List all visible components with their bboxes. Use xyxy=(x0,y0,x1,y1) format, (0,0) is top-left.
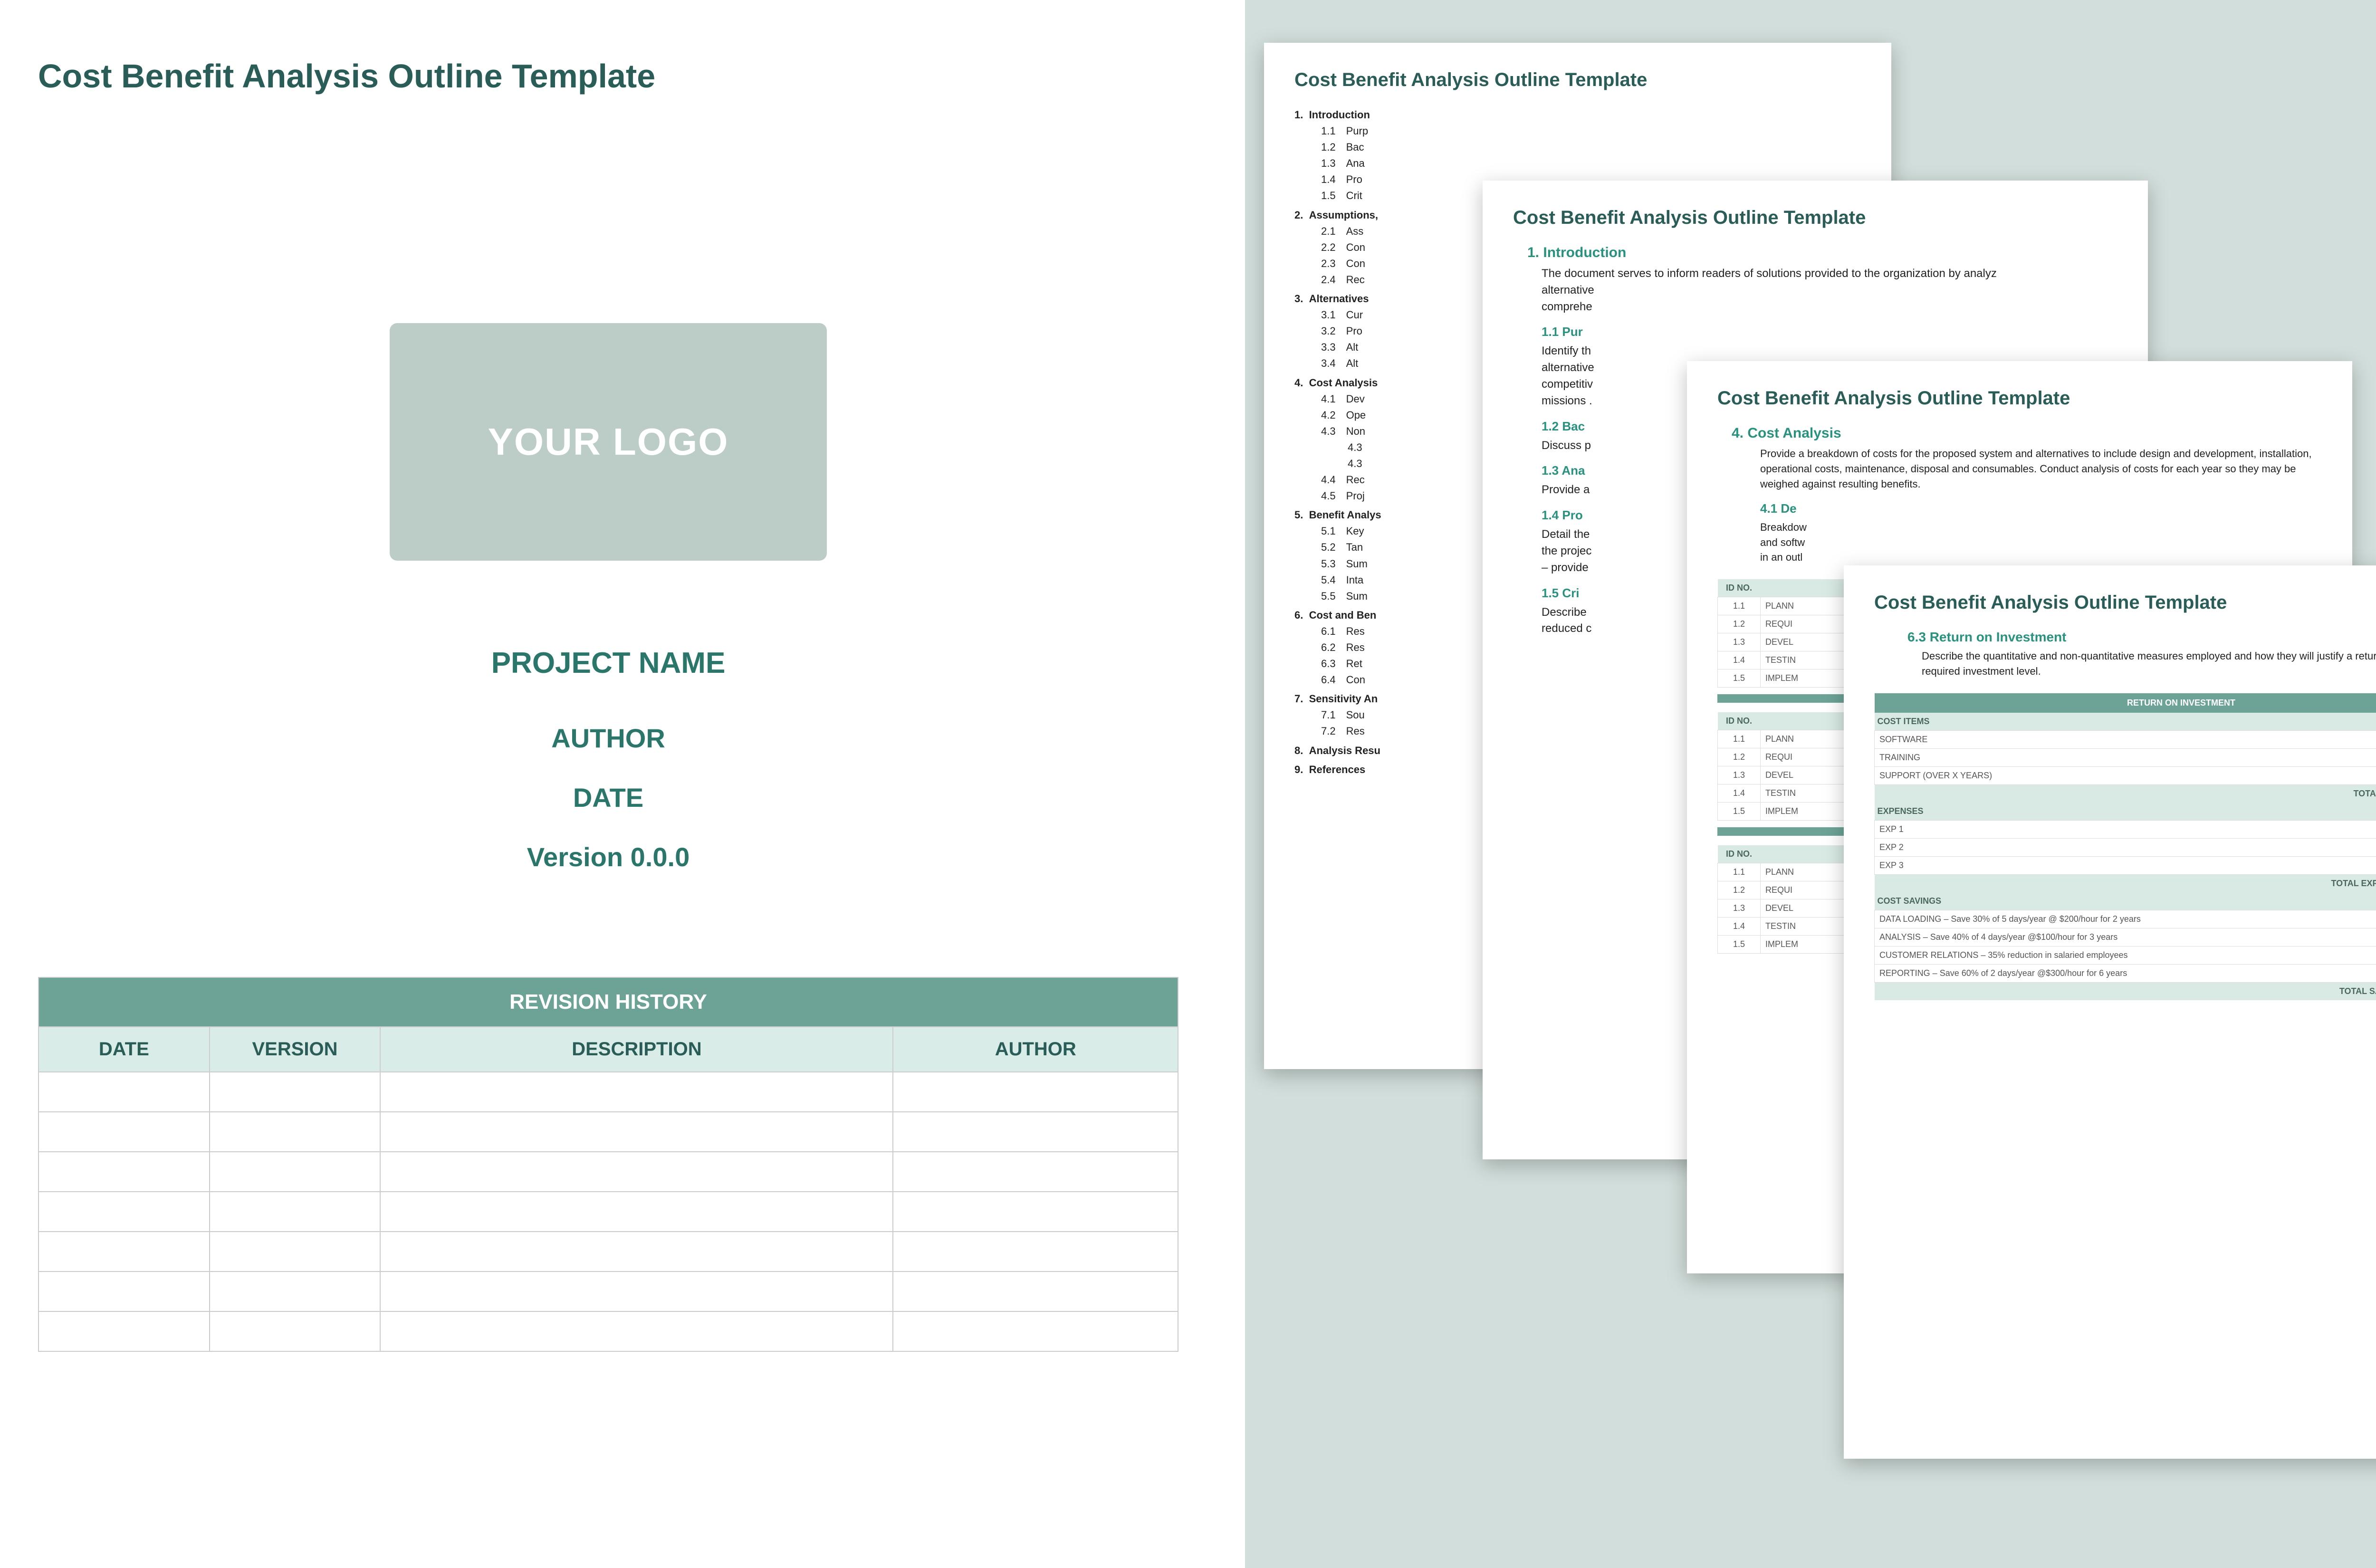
body-text: The document serves to inform readers of… xyxy=(1542,266,2117,282)
logo-text: YOUR LOGO xyxy=(488,420,729,464)
page-title: Cost Benefit Analysis Outline Template xyxy=(1513,207,2117,229)
date-field: DATE xyxy=(38,782,1178,813)
body-text: Breakdow and softw in an outl xyxy=(1760,520,2322,565)
page-title: Cost Benefit Analysis Outline Template xyxy=(1874,592,2376,613)
table-row xyxy=(38,1072,1178,1112)
table-row: SUPPORT (OVER X YEARS)$ xyxy=(1875,766,2376,784)
table-row: CUSTOMER RELATIONS – 35% reduction in sa… xyxy=(1875,946,2376,964)
table-row: EXP 2$ xyxy=(1875,838,2376,856)
version-field: Version 0.0.0 xyxy=(38,841,1178,872)
table-row: SOFTWARE$ xyxy=(1875,730,2376,748)
cost-items-col: COST ITEMS xyxy=(1875,713,2376,731)
table-row xyxy=(38,1112,1178,1152)
total-exp-label: TOTAL EXPENSES xyxy=(1875,874,2376,892)
sub-heading: 6.3 Return on Investment xyxy=(1907,630,2376,645)
body-text: Provide a breakdown of costs for the pro… xyxy=(1760,446,2322,492)
roi-header: RETURN ON INVESTMENT xyxy=(1875,693,2376,713)
sub-heading: 4.1 De xyxy=(1760,501,2322,516)
table-row xyxy=(38,1192,1178,1232)
expenses-col: EXPENSES xyxy=(1875,803,2376,821)
section-heading: 1. Introduction xyxy=(1527,245,2117,261)
body-text: comprehe xyxy=(1542,299,2117,316)
table-row xyxy=(38,1232,1178,1272)
table-row xyxy=(38,1272,1178,1311)
rev-col-version: VERSION xyxy=(210,1027,381,1072)
page-title: Cost Benefit Analysis Outline Template xyxy=(38,57,1178,95)
toc-subitem: 1.3 Ana xyxy=(1321,155,1861,172)
sub-heading: 1.1 Pur xyxy=(1542,325,2117,339)
savings-col: COST SAVINGS xyxy=(1875,892,2376,910)
cover-page: Cost Benefit Analysis Outline Template Y… xyxy=(38,57,1178,1352)
rev-title: REVISION HISTORY xyxy=(38,977,1178,1027)
page-title: Cost Benefit Analysis Outline Template xyxy=(1294,69,1861,91)
col-id: ID NO. xyxy=(1718,579,1761,597)
table-row: TRAINING$ xyxy=(1875,748,2376,766)
table-row: EXP 3$ xyxy=(1875,856,2376,874)
total-cost-label: TOTAL COST xyxy=(1875,784,2376,803)
page-title: Cost Benefit Analysis Outline Template xyxy=(1717,388,2322,409)
table-row: ANALYSIS – Save 40% of 4 days/year @$100… xyxy=(1875,928,2376,946)
revision-history-table: REVISION HISTORY DATE VERSION DESCRIPTIO… xyxy=(38,977,1178,1352)
preview-page-4: Cost Benefit Analysis Outline Template 6… xyxy=(1844,565,2376,1459)
table-row: REPORTING – Save 60% of 2 days/year @$30… xyxy=(1875,964,2376,982)
project-name: PROJECT NAME xyxy=(38,646,1178,680)
toc-subitem: 1.1 Purp xyxy=(1321,123,1861,139)
table-row xyxy=(38,1152,1178,1192)
col-id: ID NO. xyxy=(1718,845,1761,863)
rev-col-description: DESCRIPTION xyxy=(380,1027,893,1072)
section-heading: 4. Cost Analysis xyxy=(1732,425,2322,441)
rev-col-date: DATE xyxy=(38,1027,210,1072)
body-text: Describe the quantitative and non-quanti… xyxy=(1922,649,2376,679)
table-row: DATA LOADING – Save 30% of 5 days/year @… xyxy=(1875,910,2376,928)
logo-placeholder: YOUR LOGO xyxy=(390,323,827,561)
toc-subitem: 1.2 Bac xyxy=(1321,139,1861,155)
body-text: Identify th xyxy=(1542,343,2117,360)
total-sav-label: TOTAL SAVINGS xyxy=(1875,982,2376,1000)
body-text: alternative xyxy=(1542,282,2117,299)
table-row: EXP 1$ xyxy=(1875,820,2376,838)
rev-col-author: AUTHOR xyxy=(893,1027,1178,1072)
roi-table: RETURN ON INVESTMENT COST ITEMSCOST SOFT… xyxy=(1874,693,2376,1000)
table-row xyxy=(38,1311,1178,1351)
col-id: ID NO. xyxy=(1718,712,1761,730)
author-name: AUTHOR xyxy=(38,723,1178,754)
meta-block: PROJECT NAME AUTHOR DATE Version 0.0.0 xyxy=(38,646,1178,872)
